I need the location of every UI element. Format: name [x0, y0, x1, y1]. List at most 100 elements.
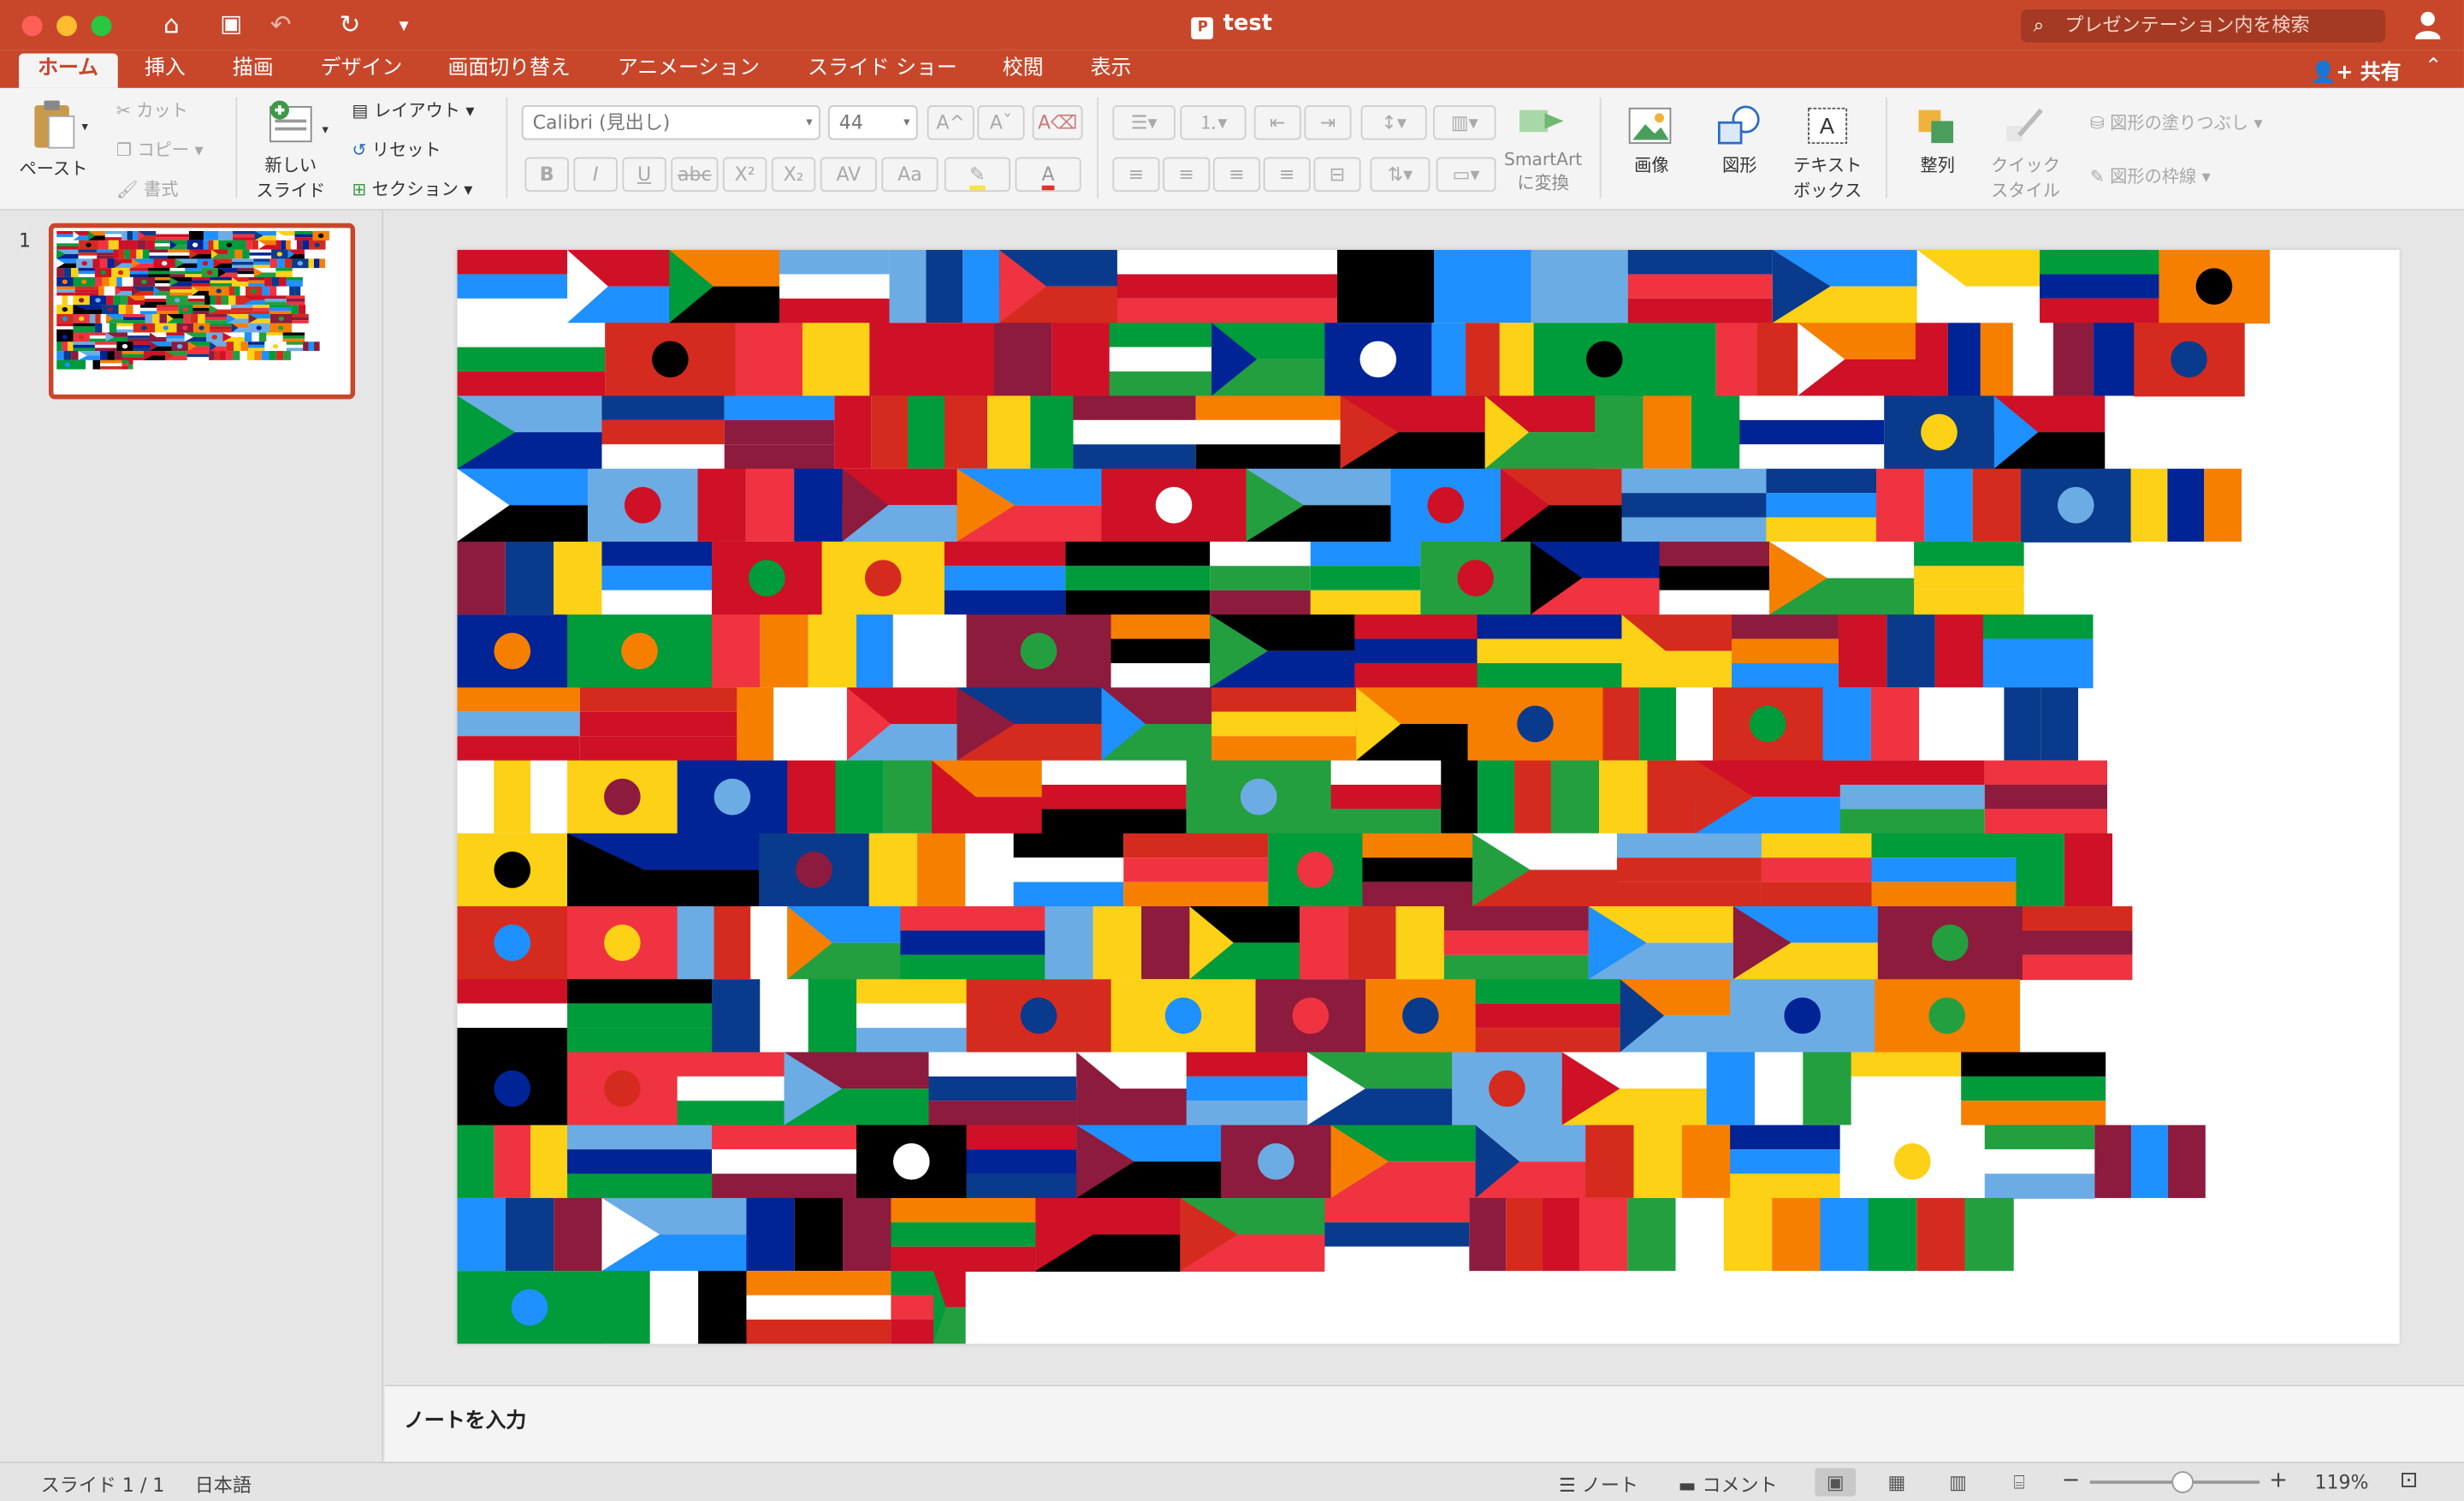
tab-insert[interactable]: 挿入 [126, 53, 204, 87]
format-painter-button[interactable]: 🖌 書式 [116, 176, 178, 201]
bullets-button[interactable]: ☰▾ [1112, 105, 1176, 140]
strikethrough-button[interactable]: abc [671, 157, 719, 193]
slide-sorter-view-button[interactable]: ▦ [1876, 1468, 1917, 1496]
shape-fill-button[interactable]: ⛁ 図形の塗りつぶし ▾ [2090, 110, 2263, 135]
notes-pane[interactable]: ノートを入力 [384, 1385, 2464, 1462]
tab-draw[interactable]: 描画 [214, 53, 293, 87]
flag [94, 276, 117, 287]
zoom-out-button[interactable]: − [2062, 1468, 2081, 1492]
flag [111, 268, 130, 277]
align-center-button[interactable]: ≡ [1163, 157, 1211, 193]
new-slide-dropdown-icon[interactable]: ▾ [323, 122, 329, 137]
align-text-button[interactable]: ▭▾ [1436, 157, 1496, 193]
flag [233, 230, 255, 240]
increase-font-size-button[interactable]: A^ [927, 105, 974, 140]
zoom-level[interactable]: 119% [2314, 1471, 2368, 1493]
section-button[interactable]: ⊞ セクション ▾ [352, 176, 472, 201]
tab-design[interactable]: デザイン [302, 53, 422, 87]
flag [308, 258, 325, 269]
picture-button[interactable]: 画像 [1615, 104, 1687, 177]
flag [1210, 614, 1356, 689]
flag [567, 614, 713, 689]
arrange-button[interactable]: 整列 [1901, 104, 1973, 177]
font-size-combo[interactable]: 44 ▾ [827, 105, 918, 140]
language-indicator[interactable]: 日本語 [195, 1471, 252, 1498]
collapse-ribbon-icon[interactable]: ⌃ [2425, 55, 2442, 79]
align-left-button[interactable]: ≡ [1112, 157, 1160, 193]
decrease-indent-button[interactable]: ⇤ [1253, 105, 1301, 140]
columns-button[interactable]: ▥▾ [1433, 105, 1496, 140]
flag [1268, 833, 1364, 907]
highlight-button[interactable]: ✎ [944, 157, 1010, 193]
tab-slideshow[interactable]: スライド ショー [789, 53, 976, 87]
slide-thumbnail[interactable] [48, 222, 356, 400]
paste-dropdown-icon[interactable]: ▾ [82, 120, 88, 134]
flag [228, 286, 246, 296]
font-name-combo[interactable]: Calibri (見出し) ▾ [521, 105, 820, 140]
user-account-icon[interactable] [2414, 9, 2442, 41]
align-right-button[interactable]: ≡ [1212, 157, 1261, 193]
fit-to-window-icon[interactable]: ⊡ [2400, 1468, 2419, 1492]
italic-button[interactable]: I [573, 157, 618, 193]
slide-canvas[interactable] [457, 250, 2400, 1344]
flag [56, 305, 74, 315]
flag [231, 323, 249, 333]
text-direction-button[interactable]: ⇅▾ [1370, 157, 1430, 193]
layout-button[interactable]: ▤ レイアウト ▾ [352, 98, 474, 122]
bold-button[interactable]: B [524, 157, 569, 193]
new-slide-button[interactable]: 新しい スライド [252, 98, 330, 203]
quick-styles-button[interactable]: クイック スタイル [1983, 104, 2068, 203]
flag [245, 286, 263, 296]
tab-animations[interactable]: アニメーション [599, 53, 779, 87]
line-spacing-button[interactable]: ↕▾ [1360, 105, 1427, 140]
flag [287, 249, 305, 259]
tab-transitions[interactable]: 画面切り替え [429, 53, 589, 87]
shape-outline-button[interactable]: ✎ 図形の枠線 ▾ [2090, 163, 2211, 188]
share-button[interactable]: 👤+ 共有 [2310, 55, 2402, 86]
search-box[interactable]: ⌕ プレゼンテーション内を検索 [2020, 9, 2386, 43]
paint-bucket-icon: ⛁ [2089, 113, 2105, 134]
numbering-button[interactable]: ⒈▾ [1180, 105, 1247, 140]
flag [1469, 1197, 1580, 1272]
comments-button[interactable]: ▬ コメント [1679, 1471, 1778, 1498]
character-spacing-button[interactable]: AV [820, 157, 877, 193]
zoom-slider-handle[interactable] [2172, 1471, 2194, 1493]
flag [1475, 1124, 1587, 1199]
flag [132, 286, 154, 296]
decrease-font-size-button[interactable]: Aˇ [977, 105, 1025, 140]
flag [156, 230, 189, 240]
tab-review[interactable]: 校閲 [984, 53, 1063, 87]
flag [210, 249, 228, 259]
clear-formatting-button[interactable]: A⌫ [1032, 105, 1083, 140]
tab-view[interactable]: 表示 [1072, 53, 1151, 87]
reset-button[interactable]: ↺ リセット [352, 137, 441, 162]
notes-icon: ☰ [1559, 1474, 1576, 1497]
reading-view-button[interactable]: ▥ [1938, 1468, 1979, 1496]
distributed-button[interactable]: ⊟ [1313, 157, 1361, 193]
notes-toggle-button[interactable]: ☰ ノート [1559, 1471, 1638, 1498]
justify-button[interactable]: ≡ [1263, 157, 1311, 193]
flag [567, 979, 713, 1053]
increase-indent-button[interactable]: ⇥ [1304, 105, 1352, 140]
subscript-button[interactable]: X₂ [771, 157, 816, 193]
convert-to-smartart-button[interactable]: SmartArt に変換 [1501, 104, 1585, 195]
change-case-button[interactable]: Aa [881, 157, 939, 193]
normal-view-button[interactable]: ▣ [1815, 1468, 1857, 1497]
flags-image[interactable] [457, 250, 2399, 1344]
add-person-icon: 👤+ [2310, 61, 2354, 86]
shapes-button[interactable]: 図形 [1703, 104, 1775, 177]
flag [73, 323, 95, 333]
underline-button[interactable]: U [622, 157, 666, 193]
font-color-button[interactable]: A [1015, 157, 1081, 193]
copy-button[interactable]: ❐ コピー ▾ [116, 137, 204, 162]
tab-home[interactable]: ホーム [19, 53, 118, 88]
slideshow-view-button[interactable]: ⌸ [1999, 1468, 2040, 1496]
flag [457, 1052, 568, 1126]
ribbon-separator [506, 97, 508, 199]
zoom-in-button[interactable]: + [2269, 1468, 2288, 1492]
textbox-button[interactable]: A テキスト ボックス [1788, 104, 1867, 203]
superscript-button[interactable]: X² [722, 157, 767, 193]
paste-button[interactable]: ペースト [15, 98, 91, 181]
cut-button[interactable]: ✂ カット [116, 98, 188, 122]
flag [56, 268, 79, 277]
